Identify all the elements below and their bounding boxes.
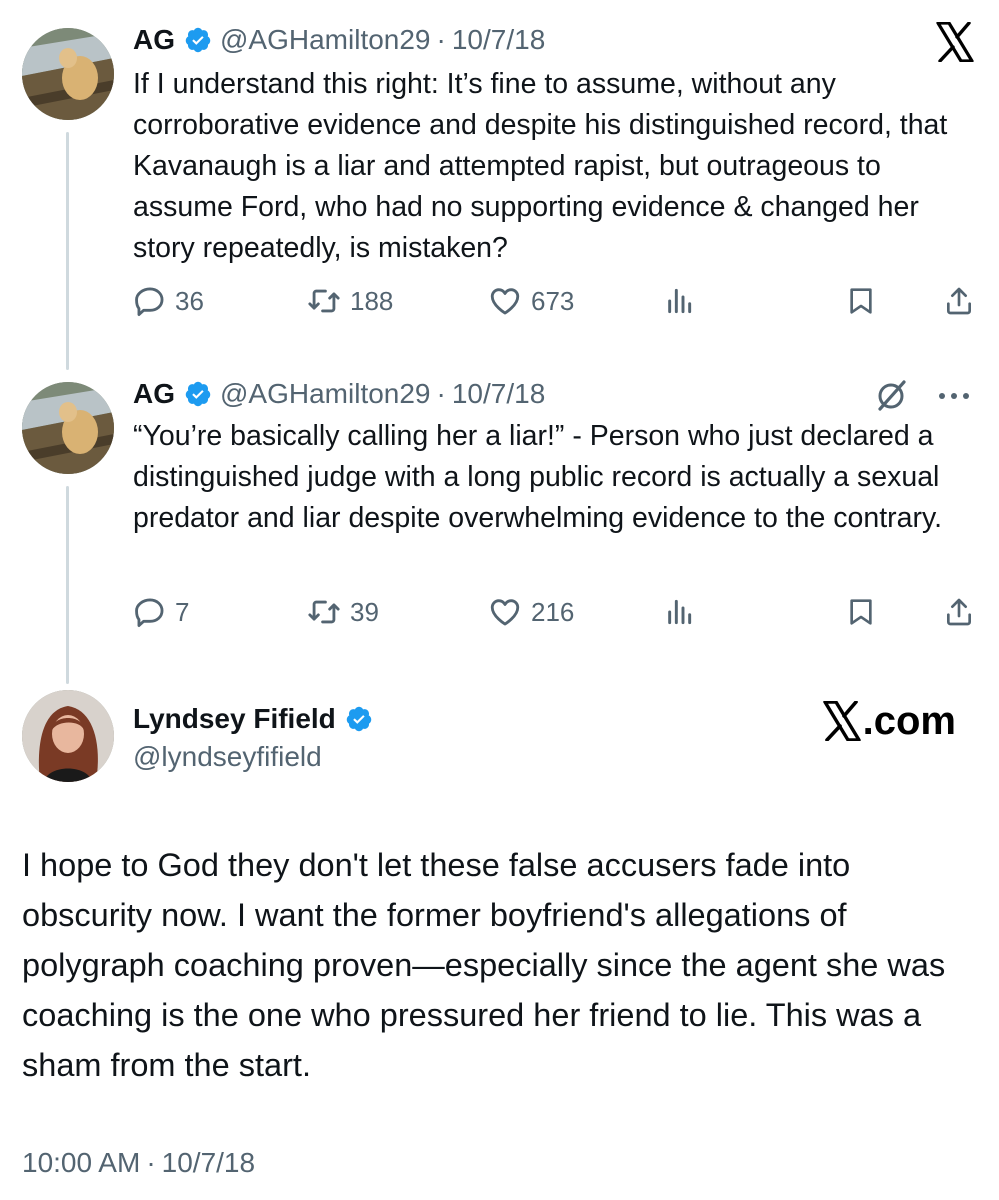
reply-icon — [135, 598, 164, 628]
like-count: 673 — [531, 285, 575, 316]
post-date: 10/7/18 — [161, 1147, 256, 1178]
author-handle[interactable]: @AGHamilton29 — [220, 378, 431, 410]
separator-dot: · — [146, 1147, 156, 1178]
reply-icon — [135, 287, 164, 317]
post-time: 10:00 AM — [22, 1147, 141, 1178]
tweet-date[interactable]: 10/7/18 — [452, 378, 545, 410]
avatar[interactable] — [22, 28, 114, 120]
bookmark-icon — [850, 288, 872, 314]
share-button[interactable] — [943, 281, 975, 321]
bookmark-button[interactable] — [845, 281, 877, 321]
verified-badge-icon — [345, 705, 373, 733]
tweet-header: AG @AGHamilton29 · 10/7/18 — [133, 374, 545, 414]
thread-line — [66, 486, 69, 684]
author-handle[interactable]: @AGHamilton29 — [220, 24, 431, 56]
like-button[interactable]: 673 — [487, 281, 574, 321]
separator-dot: · — [436, 24, 446, 55]
x-logo-icon — [822, 701, 861, 741]
repost-icon — [308, 600, 340, 624]
post-text: I hope to God they don't let these false… — [22, 847, 946, 1083]
reply-count: 7 — [175, 596, 190, 627]
author-handle[interactable]: @lyndseyfifield — [133, 738, 322, 776]
tweet-actions: 36 188 673 — [133, 281, 978, 321]
post-timestamp[interactable]: 10:00 AM · 10/7/18 — [22, 1143, 255, 1183]
x-logo-icon — [936, 21, 974, 63]
views-icon — [668, 599, 692, 625]
x-com-brand: .com — [822, 698, 956, 744]
heart-icon — [490, 599, 520, 626]
views-icon — [668, 288, 692, 314]
tweet-text: If I understand this right: It’s fine to… — [133, 68, 948, 264]
brand-domain: .com — [862, 698, 956, 743]
bookmark-icon — [850, 599, 872, 625]
tweet-text: “You’re basically calling her a liar!” -… — [133, 420, 943, 534]
repost-icon — [308, 289, 340, 313]
repost-button[interactable]: 39 — [306, 592, 379, 632]
like-button[interactable]: 216 — [487, 592, 574, 632]
reply-button[interactable]: 7 — [133, 592, 189, 632]
reply-button[interactable]: 36 — [133, 281, 204, 321]
author-name[interactable]: AG — [133, 24, 175, 56]
grok-icon[interactable] — [872, 377, 912, 413]
avatar[interactable] — [22, 382, 114, 474]
share-icon — [947, 598, 971, 626]
tweet-date[interactable]: 10/7/18 — [452, 24, 545, 56]
heart-icon — [490, 288, 520, 315]
author-name[interactable]: AG — [133, 378, 175, 410]
repost-count: 39 — [350, 596, 379, 627]
bookmark-button[interactable] — [845, 592, 877, 632]
repost-count: 188 — [350, 285, 394, 316]
avatar[interactable] — [22, 690, 114, 782]
thread-line — [66, 132, 69, 370]
like-count: 216 — [531, 596, 575, 627]
share-button[interactable] — [943, 592, 975, 632]
repost-button[interactable]: 188 — [306, 281, 393, 321]
more-options-icon[interactable] — [934, 386, 974, 406]
views-button[interactable] — [663, 281, 695, 321]
verified-badge-icon — [184, 26, 212, 54]
reply-count: 36 — [175, 285, 204, 316]
author-name-row: Lyndsey Fifield — [133, 700, 381, 738]
verified-badge-icon — [184, 380, 212, 408]
tweet-actions: 7 39 216 — [133, 592, 978, 632]
separator-dot: · — [436, 378, 446, 409]
views-button[interactable] — [663, 592, 695, 632]
share-icon — [947, 287, 971, 315]
tweet-header: AG @AGHamilton29 · 10/7/18 — [133, 20, 545, 60]
author-name[interactable]: Lyndsey Fifield — [133, 703, 336, 735]
